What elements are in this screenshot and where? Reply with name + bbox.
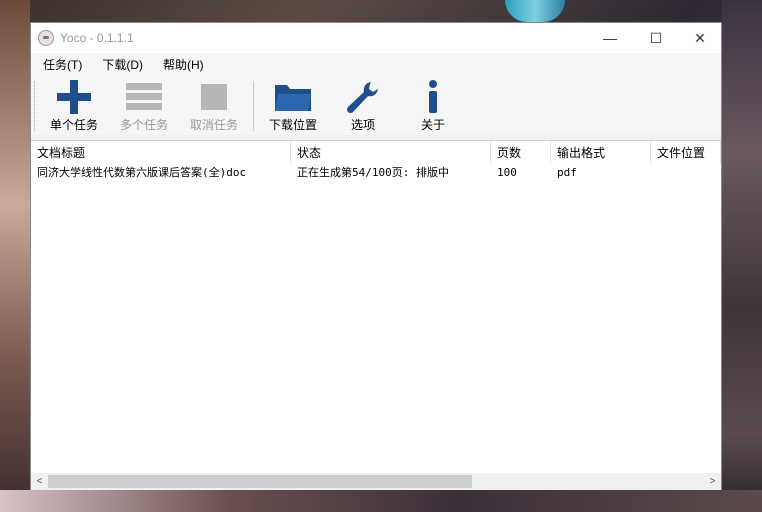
cancel-task-button[interactable]: 取消任务	[179, 77, 249, 133]
multi-task-button[interactable]: 多个任务	[109, 77, 179, 133]
desktop-background-right	[722, 0, 762, 512]
column-header-title[interactable]: 文档标题	[31, 141, 291, 163]
folder-icon	[273, 80, 313, 114]
maximize-button[interactable]: ☐	[633, 23, 679, 53]
single-task-label: 单个任务	[49, 118, 98, 132]
cell-pages: 100	[497, 166, 517, 179]
scroll-right-arrow[interactable]: >	[704, 473, 721, 490]
cell-title: 同济大学线性代数第六版课后答案(全)doc	[37, 166, 247, 179]
app-logo-icon	[38, 30, 54, 46]
list-icon	[124, 80, 164, 114]
menu-task[interactable]: 任务(T)	[33, 53, 92, 77]
cancel-task-label: 取消任务	[189, 118, 238, 132]
plus-icon	[54, 80, 94, 114]
desktop-background-left	[0, 0, 30, 512]
menu-download[interactable]: 下载(D)	[92, 53, 153, 77]
about-label: 关于	[420, 118, 445, 132]
title-bar[interactable]: Yoco - 0.1.1.1 — ☐ ✕	[31, 23, 721, 53]
download-location-button[interactable]: 下载位置	[258, 77, 328, 133]
app-window: Yoco - 0.1.1.1 — ☐ ✕ 任务(T) 下载(D) 帮助(H) 单…	[30, 22, 722, 490]
task-list[interactable]: 文档标题 状态 页数 输出格式 文件位置 同济大学线性代数第六版课后答案(全)d…	[31, 140, 721, 474]
minimize-button[interactable]: —	[587, 23, 633, 53]
options-button[interactable]: 选项	[328, 77, 398, 133]
close-button[interactable]: ✕	[677, 23, 723, 53]
menu-help[interactable]: 帮助(H)	[153, 53, 214, 77]
menu-bar: 任务(T) 下载(D) 帮助(H)	[31, 53, 721, 77]
download-location-label: 下载位置	[268, 118, 317, 132]
stop-icon	[194, 80, 234, 114]
cell-location	[651, 163, 721, 183]
info-icon	[413, 80, 453, 114]
column-header-status[interactable]: 状态	[291, 141, 491, 163]
table-row[interactable]: 同济大学线性代数第六版课后答案(全)doc 正在生成第54/100页: 排版中 …	[31, 163, 721, 183]
column-header-pages[interactable]: 页数	[491, 141, 551, 163]
multi-task-label: 多个任务	[119, 118, 168, 132]
about-button[interactable]: 关于	[398, 77, 468, 133]
single-task-button[interactable]: 单个任务	[39, 77, 109, 133]
scroll-thumb[interactable]	[48, 475, 472, 488]
window-title: Yoco - 0.1.1.1	[60, 31, 134, 45]
desktop-butterfly-art	[505, 0, 565, 22]
toolbar-separator	[253, 81, 254, 131]
cell-status: 正在生成第54/100页: 排版中	[297, 166, 449, 179]
wrench-icon	[343, 80, 383, 114]
table-header: 文档标题 状态 页数 输出格式 文件位置	[31, 141, 721, 163]
toolbar: 单个任务 多个任务 取消任务 下载位置 选项 关于	[31, 77, 721, 135]
options-label: 选项	[350, 118, 375, 132]
scroll-left-arrow[interactable]: <	[31, 473, 48, 490]
column-header-location[interactable]: 文件位置	[651, 141, 721, 163]
cell-format: pdf	[557, 166, 577, 179]
desktop-background-bottom	[0, 490, 762, 512]
column-header-format[interactable]: 输出格式	[551, 141, 651, 163]
horizontal-scrollbar[interactable]: < >	[31, 473, 721, 490]
